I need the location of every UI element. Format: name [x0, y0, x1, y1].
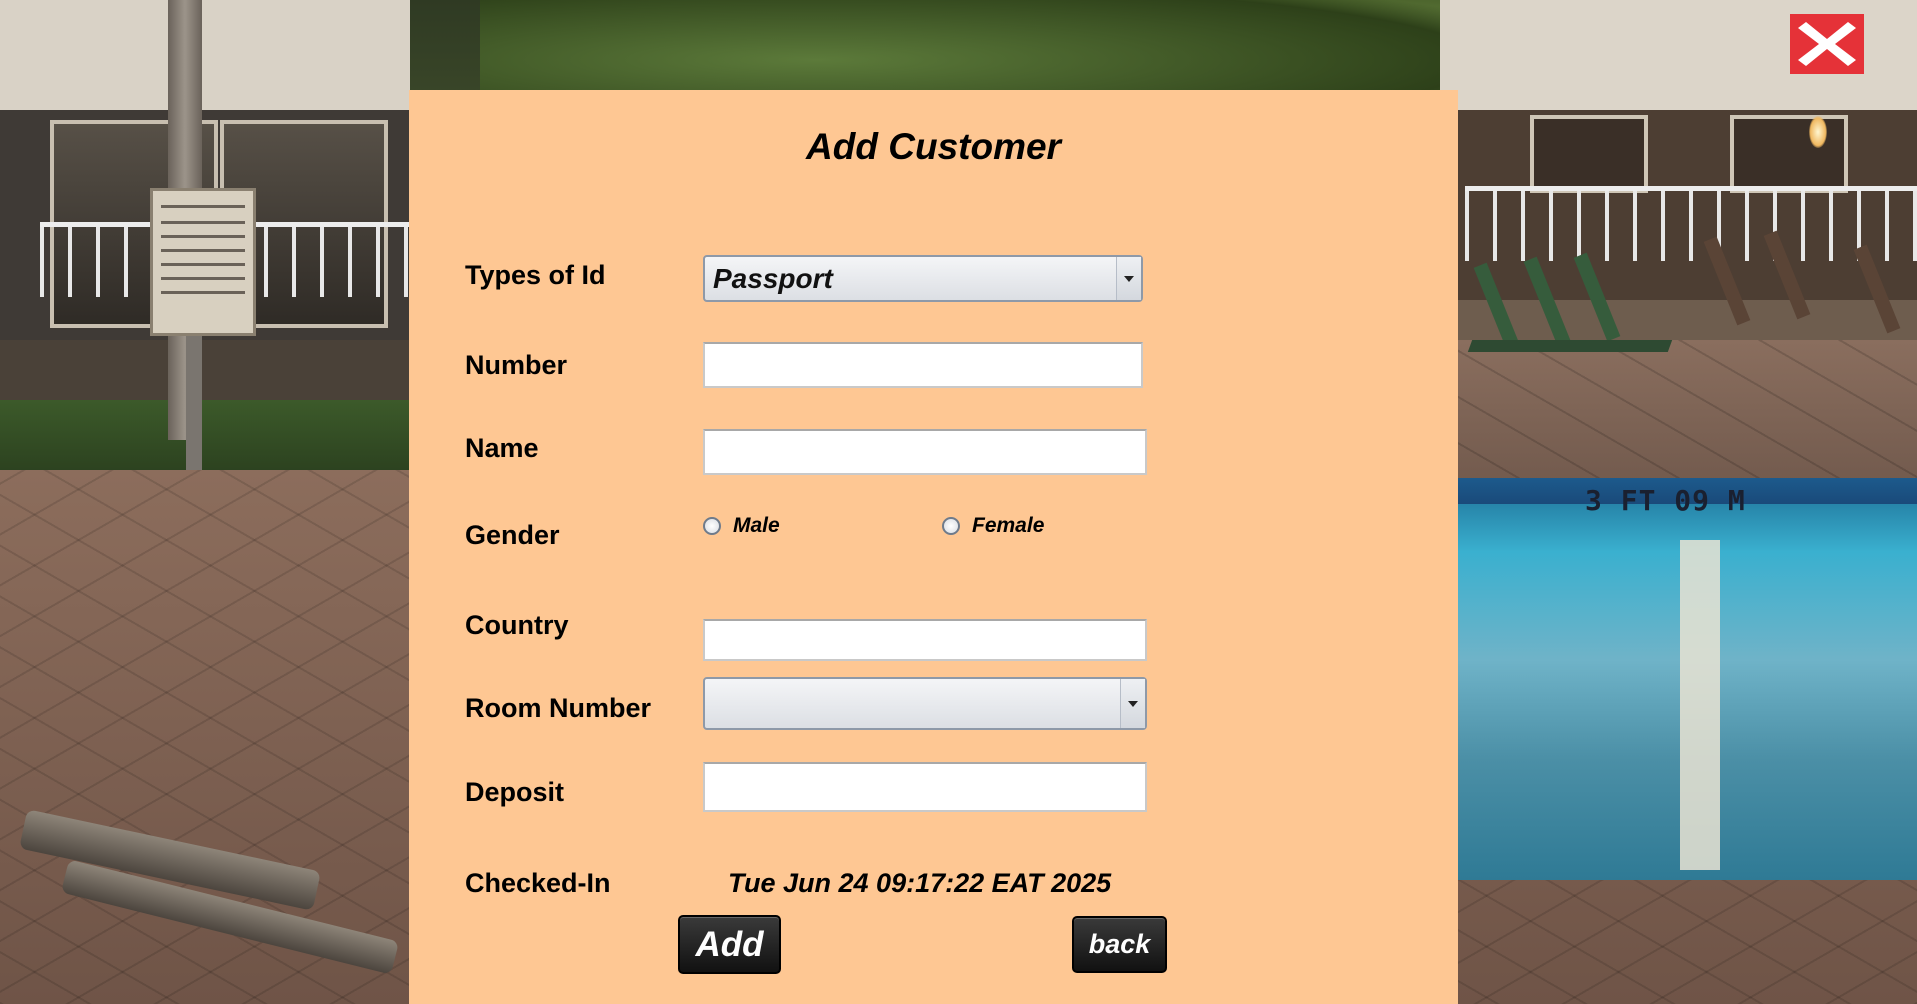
close-icon	[1798, 22, 1856, 66]
id-type-label: Types of Id	[465, 260, 606, 290]
sign-post	[186, 330, 202, 470]
close-button[interactable]	[1790, 14, 1864, 74]
number-input[interactable]	[703, 342, 1143, 388]
add-button[interactable]: Add	[678, 915, 781, 974]
chevron-down-icon	[1120, 679, 1145, 728]
gender-female-radio[interactable]: Female	[942, 514, 1044, 538]
pool-reflection	[1680, 540, 1720, 870]
country-input[interactable]	[703, 619, 1147, 661]
room-number-label: Room Number	[465, 693, 652, 723]
checked-in-timestamp: Tue Jun 24 09:17:22 EAT 2025	[728, 868, 1112, 898]
id-type-selected-value: Passport	[713, 262, 833, 294]
country-label: Country	[465, 610, 569, 640]
building-window	[1530, 115, 1648, 193]
chevron-down-icon	[1116, 257, 1141, 300]
balcony-railing	[1465, 186, 1917, 261]
radio-circle-icon	[703, 517, 721, 535]
wall-lamp	[1809, 116, 1827, 148]
paver-deck-right	[1440, 340, 1917, 480]
gender-label: Gender	[465, 520, 560, 550]
name-label: Name	[465, 433, 539, 463]
radio-circle-icon	[942, 517, 960, 535]
page-title: Add Customer	[806, 126, 1061, 167]
building-window	[1730, 115, 1848, 193]
back-button[interactable]: back	[1072, 916, 1167, 973]
deposit-input[interactable]	[703, 762, 1147, 812]
checked-in-label: Checked-In	[465, 868, 611, 898]
add-customer-panel: Add Customer Types of Id Passport Number…	[409, 90, 1458, 1004]
gender-female-label: Female	[972, 514, 1045, 537]
name-input[interactable]	[703, 429, 1147, 475]
pool-chair-seat	[1467, 340, 1673, 352]
gender-male-radio[interactable]: Male	[703, 514, 780, 538]
id-type-dropdown[interactable]: Passport	[703, 255, 1143, 302]
deposit-label: Deposit	[465, 777, 565, 807]
grass-strip	[0, 400, 410, 480]
gender-male-label: Male	[733, 514, 780, 537]
number-label: Number	[465, 350, 568, 380]
pool-depth-marker: 3 FT 09 M	[1585, 484, 1746, 517]
pool-rules-sign	[150, 188, 256, 336]
room-number-dropdown[interactable]	[703, 677, 1147, 730]
